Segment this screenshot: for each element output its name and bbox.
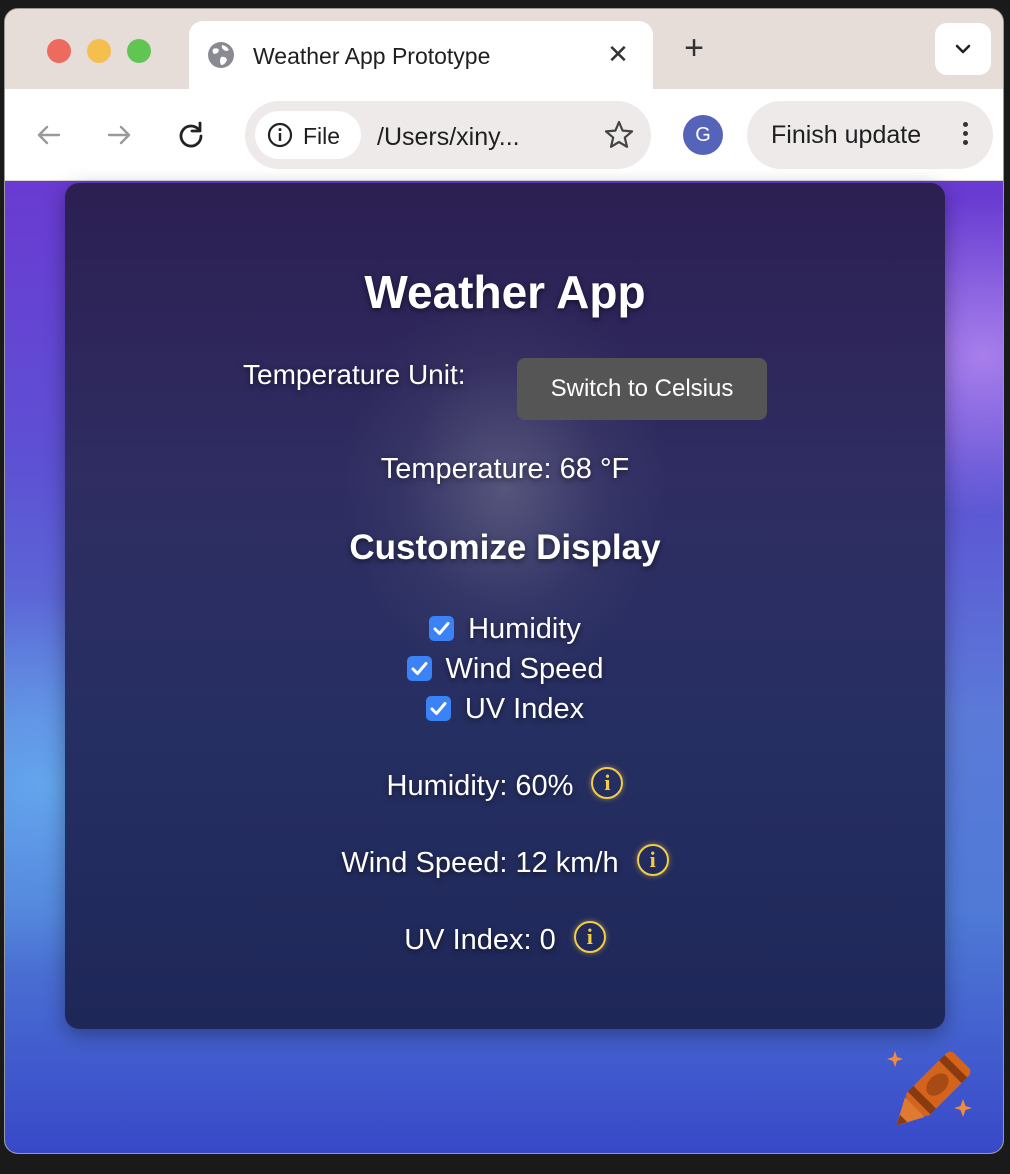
more-menu-icon[interactable] [959, 119, 971, 151]
wind-speed-info-icon[interactable]: i [636, 844, 669, 876]
reload-icon[interactable] [175, 119, 207, 151]
globe-icon [208, 42, 234, 68]
wind-speed-toggle-label: Wind Speed [445, 653, 604, 685]
tab-weather-app[interactable]: Weather App Prototype ✕ [189, 21, 653, 91]
new-tab-button[interactable]: + [677, 31, 711, 65]
checkmark-icon [430, 702, 447, 715]
address-bar[interactable]: File /Users/xiny... [245, 101, 651, 169]
uv-index-checkbox[interactable] [425, 696, 451, 721]
humidity-stat: Humidity: 60% i [65, 767, 945, 803]
tab-title: Weather App Prototype [253, 43, 491, 69]
uv-index-stat: UV Index: 0 i [65, 921, 945, 957]
browser-toolbar: File /Users/xiny... G Finish update [5, 89, 1003, 181]
profile-avatar[interactable]: G [683, 115, 723, 155]
url-text[interactable]: /Users/xiny... [377, 123, 520, 152]
bookmark-star-icon[interactable] [603, 119, 635, 151]
uv-index-info-icon[interactable]: i [573, 921, 606, 953]
toggle-wind-speed[interactable]: Wind Speed [65, 653, 945, 686]
wind-speed-value: Wind Speed: 12 km/h [341, 847, 619, 879]
switch-unit-button[interactable]: Switch to Celsius [517, 358, 767, 420]
info-circle-icon [267, 122, 293, 148]
weather-card: Weather App Temperature Unit: Switch to … [65, 183, 945, 1029]
toggle-humidity[interactable]: Humidity [65, 613, 945, 646]
humidity-checkbox[interactable] [429, 616, 455, 641]
browser-window: Weather App Prototype ✕ + File /Users/xi… [4, 8, 1004, 1154]
back-arrow-icon[interactable] [33, 119, 65, 151]
uv-index-toggle-label: UV Index [464, 693, 585, 725]
minimize-window-button[interactable] [87, 39, 111, 63]
temperature-readout: Temperature: 68 °F [380, 453, 630, 485]
temperature-unit-label: Temperature Unit: [243, 359, 466, 390]
toggle-uv-index[interactable]: UV Index [65, 693, 945, 726]
finish-update-button[interactable]: Finish update [747, 101, 993, 169]
finish-update-label: Finish update [771, 121, 922, 149]
maximize-window-button[interactable] [127, 39, 151, 63]
tab-search-button[interactable] [935, 23, 991, 75]
tab-strip: Weather App Prototype ✕ + [5, 9, 1003, 91]
humidity-info-icon[interactable]: i [591, 767, 624, 799]
forward-arrow-icon[interactable] [103, 119, 135, 151]
wind-speed-checkbox[interactable] [406, 656, 432, 681]
humidity-toggle-label: Humidity [468, 613, 581, 645]
checkmark-icon [433, 622, 450, 635]
wind-speed-stat: Wind Speed: 12 km/h i [65, 844, 945, 880]
page-title: Weather App [364, 266, 646, 318]
customize-display-heading: Customize Display [349, 528, 661, 567]
close-tab-icon[interactable]: ✕ [603, 39, 633, 69]
site-info-chip[interactable]: File [255, 111, 361, 159]
chevron-down-icon [955, 44, 971, 54]
uv-index-value: UV Index: 0 [404, 924, 556, 956]
page-content: Weather App Temperature Unit: Switch to … [5, 181, 1003, 1153]
site-info-label: File [303, 123, 341, 149]
close-window-button[interactable] [47, 39, 71, 63]
humidity-value: Humidity: 60% [386, 770, 574, 802]
crayon-sparkle-icon[interactable] [877, 1041, 981, 1145]
checkmark-icon [411, 662, 427, 675]
